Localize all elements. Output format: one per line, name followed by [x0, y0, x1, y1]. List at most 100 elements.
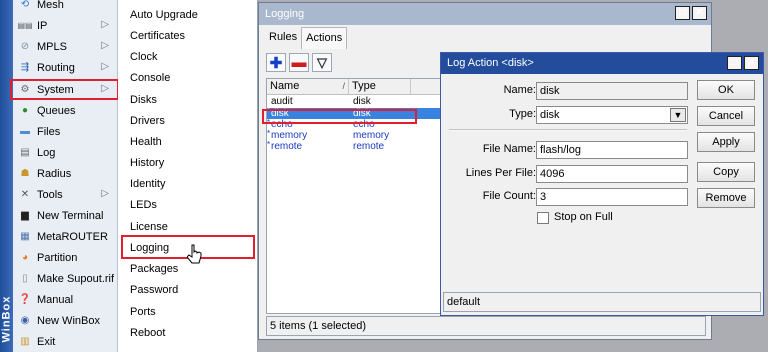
- ip-icon: ▤▤: [17, 20, 33, 30]
- stop-on-full-checkbox[interactable]: [537, 212, 549, 224]
- filter-icon: ▽: [317, 54, 327, 70]
- metarouter-icon: ▦: [20, 230, 30, 242]
- column-header-name[interactable]: Name /: [267, 79, 349, 95]
- submenu-arrow-icon: ▷: [101, 19, 109, 30]
- sidebar-item-log[interactable]: ▤ Log: [13, 142, 117, 163]
- sidebar-item-label: Log: [37, 146, 56, 159]
- add-button[interactable]: ✚: [266, 53, 286, 72]
- system-highlight-box: [10, 79, 119, 100]
- sidebar-item-mpls[interactable]: ⊘ MPLS ▷: [13, 36, 117, 57]
- lines-per-file-input[interactable]: 4096: [536, 165, 688, 183]
- submenu-item-certificates[interactable]: Certificates: [118, 25, 256, 46]
- copy-button[interactable]: Copy: [697, 162, 755, 182]
- file-name-input[interactable]: flash/log: [536, 141, 688, 159]
- winbox-brand-strip: WinBox: [0, 0, 13, 352]
- submenu-item-auto-upgrade[interactable]: Auto Upgrade: [118, 4, 256, 25]
- sidebar-item-label: MetaROUTER: [37, 230, 108, 243]
- close-button[interactable]: ✕: [744, 56, 759, 70]
- submenu-item-reboot[interactable]: Reboot: [118, 322, 256, 343]
- submenu-item-console[interactable]: Console: [118, 67, 256, 88]
- log-action-titlebar[interactable]: Log Action <disk> □ ✕: [441, 53, 763, 74]
- sidebar-item-routing[interactable]: ⇶ Routing ▷: [13, 57, 117, 78]
- type-label: Type:: [509, 108, 536, 120]
- log-action-dialog: Log Action <disk> □ ✕ Name: disk Type: d…: [440, 52, 764, 316]
- sidebar-item-label: MPLS: [37, 40, 67, 53]
- submenu-arrow-icon: ▷: [101, 40, 109, 51]
- routing-icon: ⇶: [20, 61, 30, 73]
- submenu-item-ports[interactable]: Ports: [118, 301, 256, 322]
- close-button[interactable]: ✕: [692, 6, 707, 20]
- sidebar-item-mesh[interactable]: ⟲ Mesh: [13, 0, 117, 15]
- folder-icon: ▬: [20, 125, 30, 137]
- exit-icon: ▥: [20, 335, 30, 347]
- logging-toolbar: ✚ ▬ ▽: [266, 53, 332, 72]
- file-count-label: File Count:: [482, 190, 536, 202]
- tab-rules[interactable]: Rules: [265, 27, 301, 49]
- sidebar-item-label: Routing: [37, 61, 75, 74]
- row-name: remote: [271, 141, 303, 152]
- logging-window-titlebar[interactable]: Logging □ ✕: [259, 3, 711, 25]
- logging-tabs: Rules Actions: [265, 27, 348, 49]
- help-icon: ❓: [18, 293, 32, 305]
- sidebar-item-make-supout[interactable]: ▯ Make Supout.rif: [13, 268, 117, 289]
- winbox-brand-label: WinBox: [0, 295, 13, 343]
- submenu-item-drivers[interactable]: Drivers: [118, 110, 256, 131]
- name-field[interactable]: disk: [536, 82, 688, 100]
- sidebar-item-label: Tools: [37, 188, 63, 201]
- remove-button[interactable]: Remove: [697, 188, 755, 208]
- sidebar-item-label: Partition: [37, 251, 78, 264]
- sidebar-item-new-winbox[interactable]: ◉ New WinBox: [13, 310, 117, 331]
- submenu-item-disks[interactable]: Disks: [118, 89, 256, 110]
- submenu-item-history[interactable]: History: [118, 152, 256, 173]
- sidebar-item-ip[interactable]: ▤▤ IP ▷: [13, 15, 117, 36]
- plus-icon: ✚: [269, 54, 283, 72]
- maximize-button[interactable]: □: [675, 6, 690, 20]
- row-type: remote: [353, 141, 385, 152]
- sidebar-item-files[interactable]: ▬ Files: [13, 121, 117, 142]
- type-select[interactable]: disk ▼: [536, 106, 688, 124]
- name-label: Name:: [503, 84, 536, 96]
- sidebar-menu: WinBox ⟲ Mesh ▤▤ IP ▷ ⊘ MPLS ▷ ⇶ Routing…: [0, 0, 118, 352]
- row-name: audit: [271, 96, 293, 107]
- dropdown-arrow-icon[interactable]: ▼: [670, 108, 686, 122]
- submenu-item-license[interactable]: License: [118, 216, 256, 237]
- file-count-input[interactable]: 3: [536, 188, 688, 206]
- submenu-item-leds[interactable]: LEDs: [118, 194, 256, 215]
- winbox-icon: ◉: [20, 314, 30, 326]
- sidebar-item-label: Files: [37, 125, 61, 138]
- sidebar-item-queues[interactable]: ● Queues: [13, 100, 117, 121]
- apply-button[interactable]: Apply: [697, 132, 755, 152]
- remove-button[interactable]: ▬: [289, 53, 309, 72]
- sidebar-item-tools[interactable]: ✕ Tools ▷: [13, 184, 117, 205]
- submenu-item-password[interactable]: Password: [118, 279, 256, 300]
- ok-button[interactable]: OK: [697, 80, 755, 100]
- sidebar-item-label: New WinBox: [37, 314, 100, 327]
- maximize-button[interactable]: □: [727, 56, 742, 70]
- mpls-icon: ⊘: [20, 40, 30, 52]
- sidebar-item-manual[interactable]: ❓ Manual: [13, 289, 117, 310]
- dynamic-marker: *: [267, 129, 271, 138]
- row-type: disk: [353, 96, 371, 107]
- submenu-item-health[interactable]: Health: [118, 131, 256, 152]
- sidebar-item-new-terminal[interactable]: ▆ New Terminal: [13, 205, 117, 226]
- logging-window-title: Logging: [265, 8, 305, 20]
- sidebar-item-label: Queues: [37, 104, 76, 117]
- sidebar-item-exit[interactable]: ▥ Exit: [13, 331, 117, 352]
- cancel-button[interactable]: Cancel: [697, 106, 755, 126]
- sidebar-item-label: Mesh: [37, 0, 64, 11]
- sidebar-item-metarouter[interactable]: ▦ MetaROUTER: [13, 226, 117, 247]
- sidebar-item-label: Manual: [37, 293, 74, 306]
- logging-status-bar: 5 items (1 selected): [266, 316, 706, 336]
- log-action-title: Log Action <disk>: [447, 57, 534, 69]
- column-header-type[interactable]: Type: [349, 79, 411, 95]
- sidebar-item-radius[interactable]: ☗ Radius: [13, 163, 117, 184]
- mouse-cursor-icon: [187, 244, 202, 264]
- filter-button[interactable]: ▽: [312, 53, 332, 72]
- tab-actions[interactable]: Actions: [301, 27, 348, 49]
- sort-icon: /: [342, 81, 345, 91]
- dynamic-marker: *: [267, 140, 271, 149]
- sidebar-item-partition[interactable]: ◕ Partition: [13, 247, 117, 268]
- submenu-item-clock[interactable]: Clock: [118, 46, 256, 67]
- submenu-item-identity[interactable]: Identity: [118, 173, 256, 194]
- row-name: memory: [271, 130, 308, 141]
